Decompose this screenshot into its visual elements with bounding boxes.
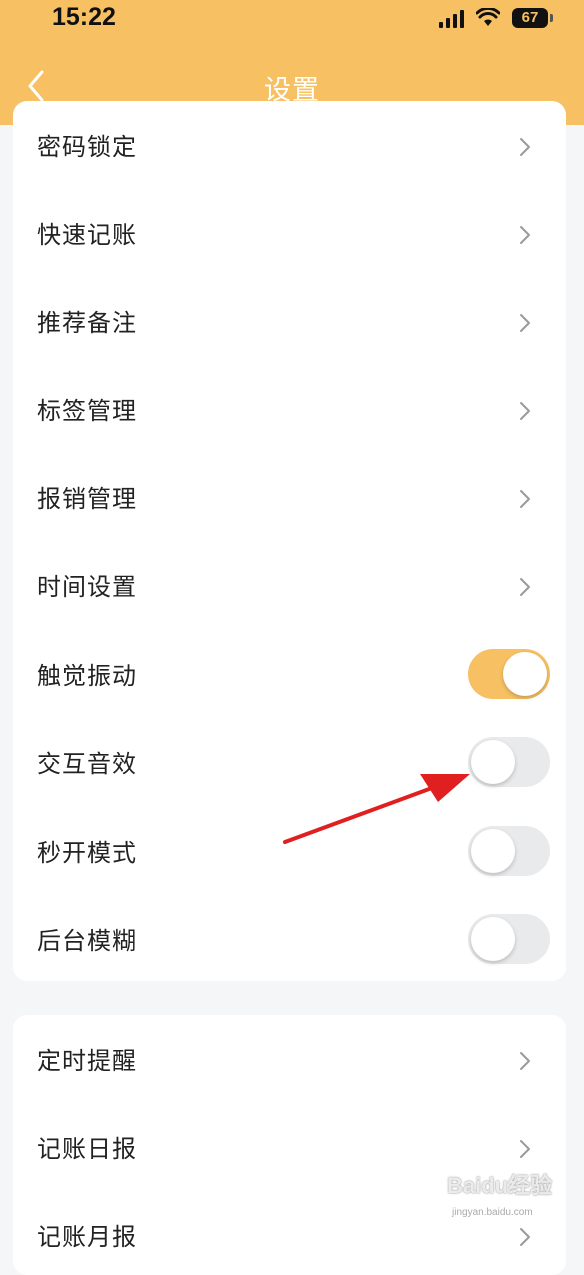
haptic-toggle[interactable] xyxy=(468,649,550,699)
status-icons: 67 xyxy=(439,6,553,30)
battery-icon: 67 xyxy=(512,8,553,28)
watermark-logo: Baidu经验 xyxy=(447,1173,553,1198)
annotation-arrow-icon xyxy=(283,774,470,844)
row-label: 推荐备注 xyxy=(37,309,137,337)
settings-row-haptic-feedback: 触觉振动 xyxy=(13,630,566,718)
settings-row-password-lock[interactable]: 密码锁定 xyxy=(13,101,566,189)
settings-row-quick-entry[interactable]: 快速记账 xyxy=(13,189,566,277)
chevron-right-icon xyxy=(520,138,530,156)
chevron-right-icon xyxy=(520,490,530,508)
chevron-right-icon xyxy=(520,578,530,596)
settings-row-time-settings[interactable]: 时间设置 xyxy=(13,541,566,629)
row-label: 标签管理 xyxy=(37,397,137,425)
watermark-url: jingyan.baidu.com xyxy=(452,1207,533,1218)
settings-row-monthly-report[interactable]: 记账月报 xyxy=(13,1191,566,1275)
chevron-right-icon xyxy=(520,402,530,420)
toggle-knob xyxy=(503,652,547,696)
chevron-right-icon xyxy=(520,1052,530,1070)
chevron-right-icon xyxy=(520,226,530,244)
toggle-knob xyxy=(471,917,515,961)
settings-row-recommended-notes[interactable]: 推荐备注 xyxy=(13,277,566,365)
row-label: 密码锁定 xyxy=(37,133,137,161)
row-label: 快速记账 xyxy=(37,221,137,249)
settings-row-background-blur: 后台模糊 xyxy=(13,895,566,981)
row-label: 交互音效 xyxy=(37,750,137,778)
chevron-right-icon xyxy=(520,314,530,332)
wifi-icon xyxy=(476,8,500,26)
row-label: 后台模糊 xyxy=(37,927,137,955)
chevron-right-icon xyxy=(520,1140,530,1158)
row-label: 报销管理 xyxy=(37,485,137,513)
row-label: 记账日报 xyxy=(37,1135,137,1163)
settings-row-scheduled-reminder[interactable]: 定时提醒 xyxy=(13,1015,566,1103)
row-label: 记账月报 xyxy=(37,1223,137,1251)
settings-row-tag-management[interactable]: 标签管理 xyxy=(13,365,566,453)
cellular-signal-icon xyxy=(439,8,464,28)
row-label: 触觉振动 xyxy=(37,662,137,690)
background-blur-toggle[interactable] xyxy=(468,914,550,964)
chevron-right-icon xyxy=(520,1228,530,1246)
quick-launch-toggle[interactable] xyxy=(468,826,550,876)
row-label: 秒开模式 xyxy=(37,839,137,867)
settings-group-reminders: 定时提醒 记账日报 记账月报 xyxy=(13,1015,566,1275)
status-time: 15:22 xyxy=(52,3,116,31)
row-label: 定时提醒 xyxy=(37,1047,137,1075)
settings-row-reimbursement[interactable]: 报销管理 xyxy=(13,453,566,541)
sound-effects-toggle[interactable] xyxy=(468,737,550,787)
row-label: 时间设置 xyxy=(37,573,137,601)
